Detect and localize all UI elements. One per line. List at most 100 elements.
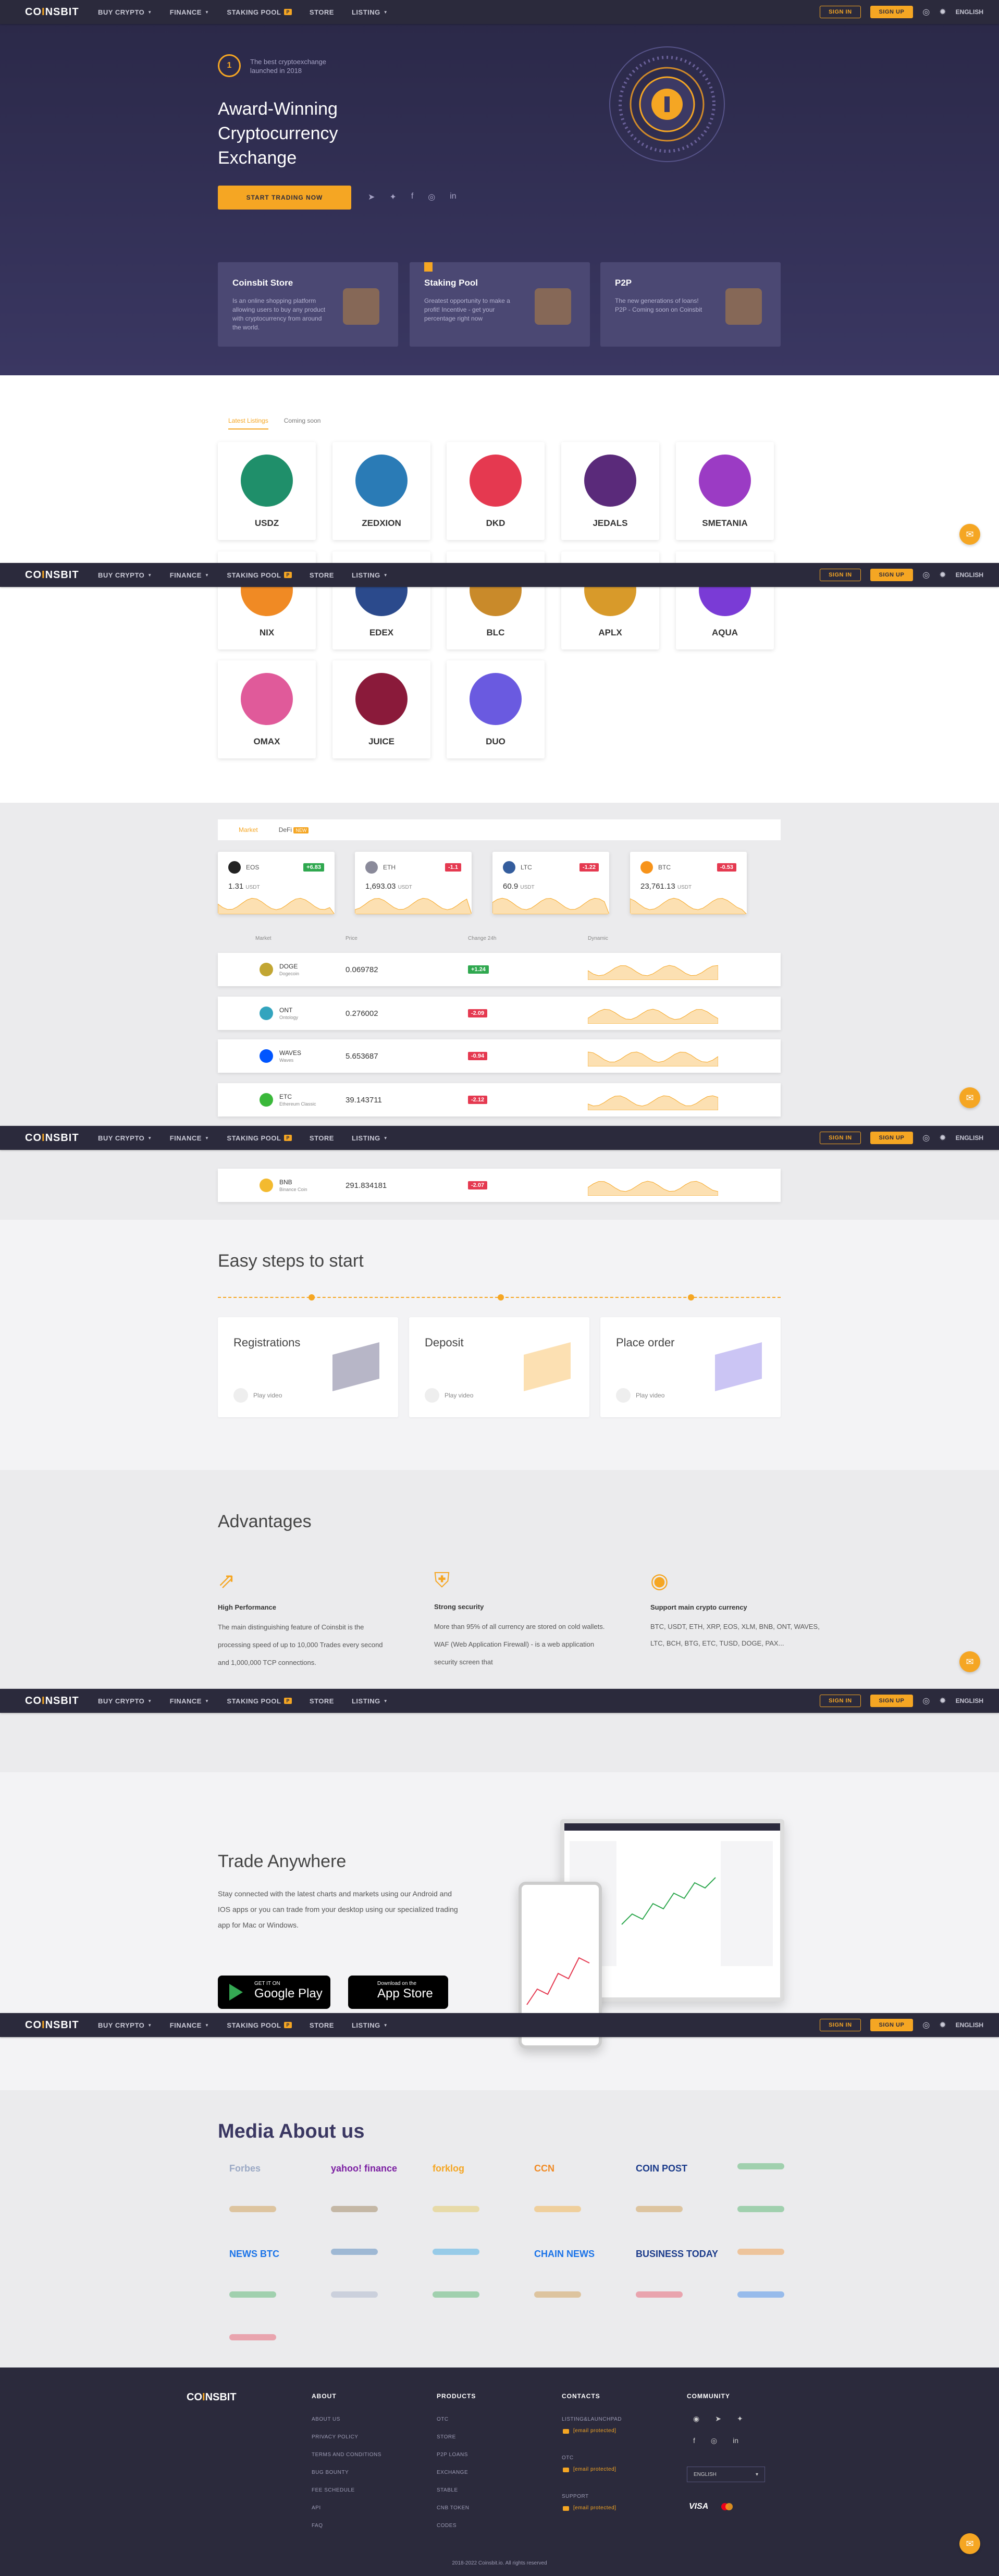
footer-link[interactable]: PRIVACY POLICY <box>312 2434 358 2440</box>
linkedin-icon[interactable]: in <box>450 192 456 202</box>
nav-item[interactable]: STORE <box>310 1134 334 1142</box>
footer-language-select[interactable]: ENGLISH ▾ <box>687 2467 765 2482</box>
nav-item[interactable]: STAKING POOL P <box>227 571 292 579</box>
nav-item[interactable]: STORE <box>310 571 334 579</box>
listing-card[interactable]: ZEDXION <box>332 442 430 540</box>
logo[interactable]: COINSBIT <box>25 1132 88 1144</box>
nav-item[interactable]: LISTING ▼ <box>352 1697 388 1705</box>
logo[interactable]: COINSBIT <box>25 6 88 18</box>
footer-link[interactable]: FEE SCHEDULE <box>312 2487 355 2493</box>
step-card-registration[interactable]: Registrations Play video <box>218 1317 398 1417</box>
nav-item[interactable]: BUY CRYPTO ▼ <box>98 571 152 579</box>
language-selector[interactable]: ENGLISH <box>956 2021 983 2029</box>
nav-item[interactable]: BUY CRYPTO ▼ <box>98 1697 152 1705</box>
media-logo[interactable] <box>737 2291 784 2298</box>
nav-item[interactable]: LISTING ▼ <box>352 1134 388 1142</box>
listing-card[interactable]: JUICE <box>332 660 430 758</box>
media-logo[interactable]: CHAIN NEWS <box>534 2249 595 2260</box>
nav-item[interactable]: STORE <box>310 8 334 16</box>
media-logo[interactable] <box>433 2249 479 2255</box>
logo[interactable]: COINSBIT <box>25 1695 88 1707</box>
footer-link[interactable]: OTC <box>437 2416 449 2422</box>
theme-toggle-icon[interactable]: ✹ <box>939 1133 946 1143</box>
market-card[interactable]: LTC -1.22 60.9 USDT <box>492 852 609 914</box>
listing-card[interactable]: DKD <box>447 442 545 540</box>
contact-email[interactable]: [email protected] <box>573 2505 616 2511</box>
footer-link[interactable]: ABOUT US <box>312 2416 340 2422</box>
nav-item[interactable]: BUY CRYPTO ▼ <box>98 8 152 16</box>
facebook-icon[interactable]: f <box>693 2436 695 2445</box>
market-card[interactable]: BTC -0.53 23,761.13 USDT <box>630 852 747 914</box>
footer-link[interactable]: TERMS AND CONDITIONS <box>312 2452 381 2458</box>
hero-card-store[interactable]: Coinsbit Store Is an online shopping pla… <box>218 262 398 347</box>
play-video-button[interactable]: Play video <box>425 1388 473 1403</box>
chat-bubble-icon[interactable]: ✉ <box>959 2533 980 2554</box>
google-play-button[interactable]: GET IT ON Google Play <box>218 1976 330 2009</box>
listing-card[interactable]: SMETANIA <box>676 442 774 540</box>
sign-in-button[interactable]: SIGN IN <box>820 1132 861 1144</box>
tab-market[interactable]: Market <box>239 826 258 833</box>
telegram-icon[interactable]: ➤ <box>368 192 375 202</box>
listing-card[interactable]: USDZ <box>218 442 316 540</box>
market-card[interactable]: EOS +6.83 1.31 USDT <box>218 852 335 914</box>
nav-item[interactable]: LISTING ▼ <box>352 571 388 579</box>
play-video-button[interactable]: Play video <box>233 1388 282 1403</box>
globe-icon[interactable]: ◎ <box>922 7 930 17</box>
media-logo[interactable] <box>737 2249 784 2255</box>
media-logo[interactable] <box>737 2163 784 2169</box>
media-logo[interactable] <box>636 2291 683 2298</box>
reddit-icon[interactable]: ◉ <box>693 2414 699 2423</box>
language-selector[interactable]: ENGLISH <box>956 571 983 579</box>
footer-link[interactable]: CNB TOKEN <box>437 2505 469 2511</box>
tab-latest-listings[interactable]: Latest Listings <box>228 417 268 430</box>
media-logo[interactable]: BUSINESS TODAY <box>636 2249 718 2260</box>
media-logo[interactable] <box>534 2291 581 2298</box>
media-logo[interactable] <box>229 2206 276 2212</box>
media-logo[interactable] <box>229 2334 276 2340</box>
media-logo[interactable] <box>331 2206 378 2212</box>
media-logo[interactable] <box>229 2291 276 2298</box>
chat-bubble-icon[interactable]: ✉ <box>959 1087 980 1108</box>
step-card-deposit[interactable]: Deposit Play video <box>409 1317 589 1417</box>
listing-card[interactable]: OMAX <box>218 660 316 758</box>
nav-item[interactable]: STORE <box>310 1697 334 1705</box>
twitter-icon[interactable]: ✦ <box>389 192 396 202</box>
media-logo[interactable]: CCN <box>534 2163 554 2174</box>
footer-link[interactable]: STABLE <box>437 2487 458 2493</box>
media-logo[interactable] <box>331 2249 378 2255</box>
media-logo[interactable]: yahoo! finance <box>331 2163 397 2174</box>
globe-icon[interactable]: ◎ <box>922 1133 930 1143</box>
nav-item[interactable]: STAKING POOL P <box>227 2021 292 2029</box>
media-logo[interactable]: NEWS BTC <box>229 2249 279 2260</box>
app-store-button[interactable]: Download on the App Store <box>348 1976 448 2009</box>
chat-bubble-icon[interactable]: ✉ <box>959 524 980 545</box>
sign-up-button[interactable]: SIGN UP <box>870 569 914 581</box>
nav-item[interactable]: STAKING POOL P <box>227 1134 292 1142</box>
sign-in-button[interactable]: SIGN IN <box>820 1695 861 1707</box>
language-selector[interactable]: ENGLISH <box>956 8 983 16</box>
media-logo[interactable] <box>433 2291 479 2298</box>
contact-email[interactable]: [email protected] <box>573 2467 616 2472</box>
footer-logo[interactable]: COINSBIT <box>187 2391 237 2403</box>
sign-up-button[interactable]: SIGN UP <box>870 1695 914 1707</box>
chat-bubble-icon[interactable]: ✉ <box>959 1651 980 1672</box>
media-logo[interactable]: forklog <box>433 2163 464 2174</box>
globe-icon[interactable]: ◎ <box>922 1696 930 1706</box>
theme-toggle-icon[interactable]: ✹ <box>939 1696 946 1706</box>
globe-icon[interactable]: ◎ <box>922 2020 930 2030</box>
sign-in-button[interactable]: SIGN IN <box>820 2019 861 2031</box>
theme-toggle-icon[interactable]: ✹ <box>939 7 946 17</box>
globe-icon[interactable]: ◎ <box>922 570 930 580</box>
step-card-place-order[interactable]: Place order Play video <box>600 1317 781 1417</box>
nav-item[interactable]: BUY CRYPTO ▼ <box>98 1134 152 1142</box>
nav-item[interactable]: STORE <box>310 2021 334 2029</box>
media-logo[interactable] <box>636 2206 683 2212</box>
linkedin-icon[interactable]: in <box>733 2436 738 2445</box>
media-logo[interactable] <box>737 2206 784 2212</box>
footer-link[interactable]: API <box>312 2505 321 2511</box>
media-logo[interactable] <box>433 2206 479 2212</box>
hero-card-staking[interactable]: Staking Pool Greatest opportunity to mak… <box>410 262 590 347</box>
language-selector[interactable]: ENGLISH <box>956 1697 983 1704</box>
nav-item[interactable]: BUY CRYPTO ▼ <box>98 2021 152 2029</box>
listing-card[interactable]: DUO <box>447 660 545 758</box>
